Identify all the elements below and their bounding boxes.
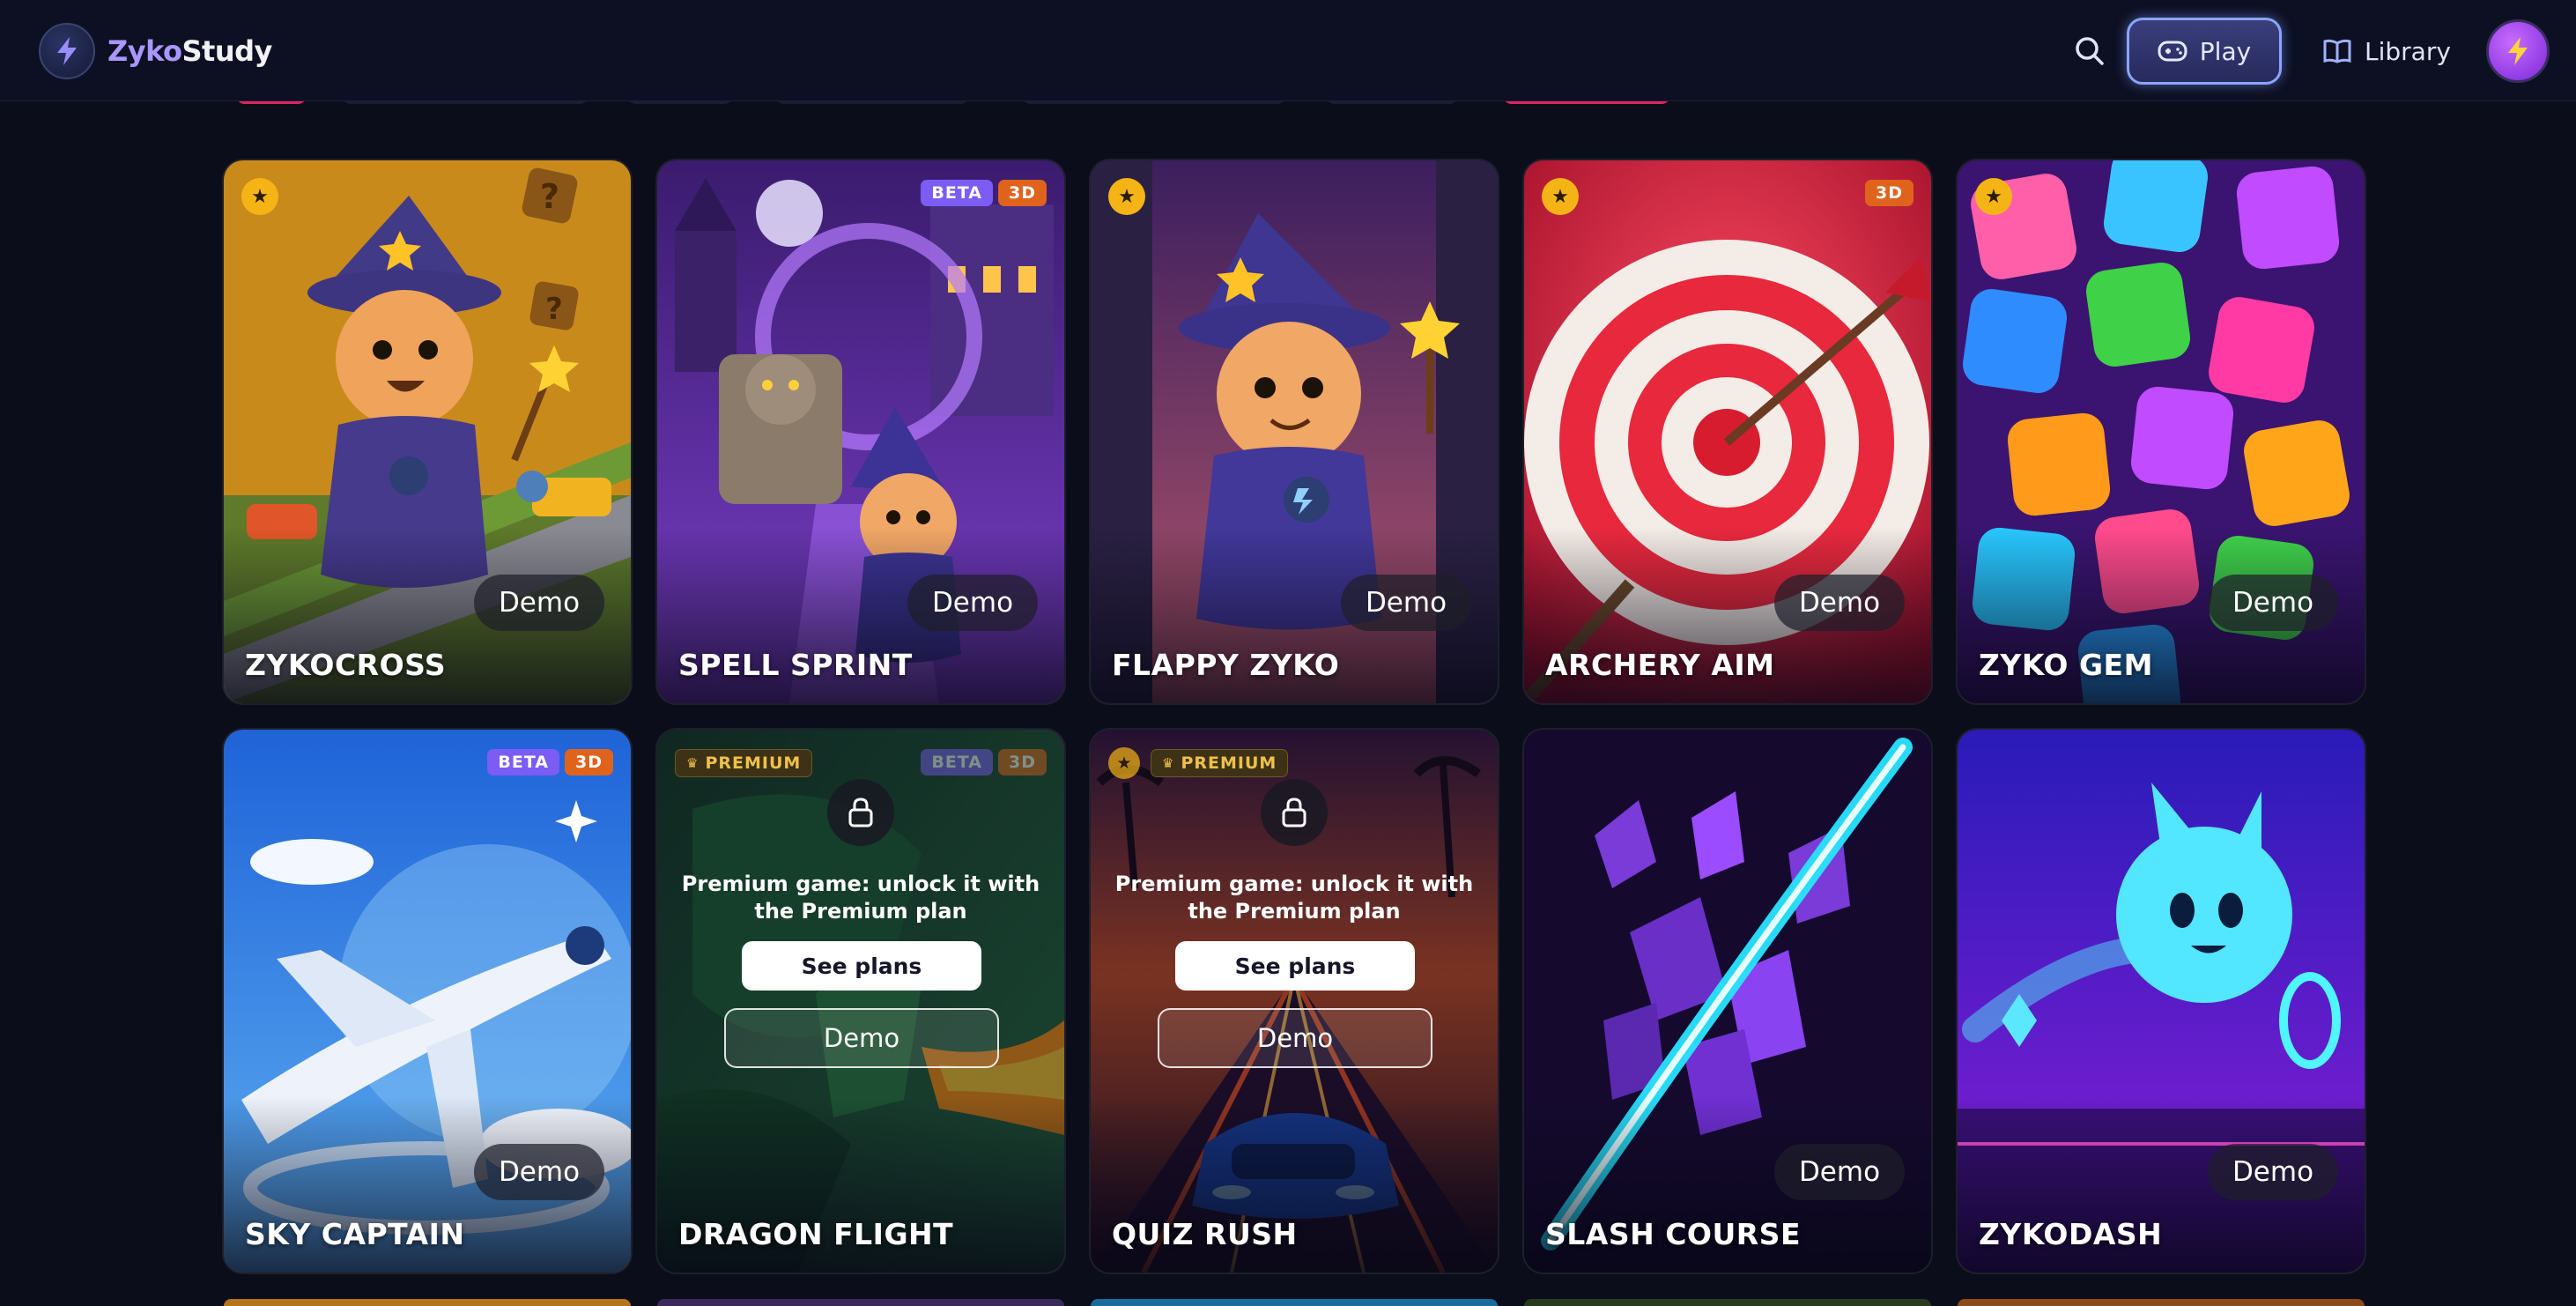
tag-group: BETA 3D	[921, 749, 1047, 775]
star-icon: ★	[1108, 747, 1140, 779]
premium-badge-wrap: ♛ PREMIUM	[675, 749, 813, 777]
beta-tag: BETA	[921, 749, 993, 775]
gamepad-icon	[2158, 41, 2187, 62]
bolt-icon	[2508, 37, 2528, 65]
game-title: ZYKOCROSS	[245, 648, 447, 682]
game-title: SLASH COURSE	[1545, 1217, 1801, 1251]
3d-tag: 3D	[1865, 180, 1913, 206]
game-title: SKY CAPTAIN	[245, 1217, 465, 1251]
play-label: Play	[2199, 36, 2252, 66]
see-plans-button[interactable]: See plans	[1175, 941, 1415, 991]
game-title: DRAGON FLIGHT	[678, 1217, 954, 1251]
game-card-slash-course[interactable]: Demo SLASH COURSE	[1524, 730, 1931, 1273]
game-card-dragon-flight[interactable]: ♛ PREMIUM BETA 3D Premium game: unlock it…	[657, 730, 1064, 1273]
tag-group: BETA 3D	[921, 180, 1047, 206]
demo-button[interactable]: Demo	[1774, 575, 1905, 631]
library-label: Library	[2365, 36, 2451, 66]
3d-tag: 3D	[565, 749, 613, 775]
demo-button[interactable]: Demo	[724, 1008, 999, 1068]
game-card-flappy-zyko[interactable]: ★ Demo FLAPPY ZYKO	[1091, 160, 1498, 703]
search-icon	[2076, 37, 2104, 65]
game-card-spell-sprint[interactable]: BETA 3D Demo SPELL SPRINT	[657, 160, 1064, 703]
next-row-peek	[1091, 1299, 1498, 1306]
crown-icon: ♛	[686, 755, 700, 771]
premium-lock-message: Premium game: unlock it with the Premium…	[1114, 872, 1474, 924]
demo-button[interactable]: Demo	[2208, 575, 2338, 631]
top-navigation-bar: ZykoStudy Play Library	[0, 0, 2576, 101]
game-card-zykocross[interactable]: ? ? ★ Demo ZYKOCROSS	[224, 160, 631, 703]
brand-logo[interactable]: ZykoStudy	[39, 23, 272, 79]
beta-tag: BETA	[487, 749, 559, 775]
next-row-peek	[1958, 1299, 2365, 1306]
demo-button[interactable]: Demo	[2208, 1144, 2338, 1200]
crown-icon: ♛	[1162, 755, 1175, 771]
premium-badge: ♛ PREMIUM	[675, 749, 813, 777]
3d-tag: 3D	[998, 180, 1047, 206]
game-card-zykodash[interactable]: Demo ZYKODASH	[1958, 730, 2365, 1273]
premium-lock-message: Premium game: unlock it with the Premium…	[681, 872, 1040, 924]
lock-icon	[1261, 779, 1328, 846]
next-row-peek	[1524, 1299, 1931, 1306]
game-title: ZYKODASH	[1979, 1217, 2163, 1251]
next-row-peek	[657, 1299, 1064, 1306]
play-button[interactable]: Play	[2127, 18, 2282, 85]
demo-button[interactable]: Demo	[1774, 1144, 1905, 1200]
tag-group: BETA 3D	[487, 749, 613, 775]
demo-button[interactable]: Demo	[474, 575, 604, 631]
bolt-icon	[39, 23, 95, 79]
demo-button[interactable]: Demo	[1158, 1008, 1432, 1068]
game-title: SPELL SPRINT	[678, 648, 913, 682]
star-icon: ★	[1975, 178, 2012, 215]
demo-button[interactable]: Demo	[1341, 575, 1471, 631]
game-card-archery-aim[interactable]: ★ 3D Demo ARCHERY AIM	[1524, 160, 1931, 703]
game-title: ZYKO GEM	[1979, 648, 2153, 682]
3d-tag: 3D	[998, 749, 1047, 775]
library-button[interactable]: Library	[2322, 32, 2451, 70]
star-icon: ★	[241, 178, 278, 215]
search-button[interactable]	[2070, 32, 2109, 70]
book-icon	[2323, 39, 2351, 63]
demo-button[interactable]: Demo	[907, 575, 1038, 631]
svg-text:?: ?	[540, 177, 559, 216]
svg-text:?: ?	[545, 292, 563, 327]
see-plans-button[interactable]: See plans	[742, 941, 981, 991]
brand-name: ZykoStudy	[107, 34, 272, 68]
games-grid: ? ? ★ Demo ZYKOCROSS BETA 3D Demo SPELL …	[224, 160, 2365, 1273]
premium-badge-wrap: ♛ PREMIUM	[1151, 749, 1289, 777]
game-title: FLAPPY ZYKO	[1112, 648, 1340, 682]
star-icon: ★	[1108, 178, 1145, 215]
beta-tag: BETA	[921, 180, 993, 206]
game-card-sky-captain[interactable]: BETA 3D Demo SKY CAPTAIN	[224, 730, 631, 1273]
star-icon: ★	[1542, 178, 1579, 215]
tag-group: 3D	[1865, 180, 1913, 206]
premium-badge: ♛ PREMIUM	[1151, 749, 1289, 777]
user-avatar[interactable]	[2486, 19, 2550, 83]
demo-button[interactable]: Demo	[474, 1144, 604, 1200]
game-card-zyko-gem[interactable]: ★ Demo ZYKO GEM	[1958, 160, 2365, 703]
lock-icon	[827, 779, 894, 846]
game-title: ARCHERY AIM	[1545, 648, 1775, 682]
game-card-quiz-rush[interactable]: ★ ♛ PREMIUM Premium game: unlock it with …	[1091, 730, 1498, 1273]
game-title: QUIZ RUSH	[1112, 1217, 1298, 1251]
next-row-peek	[224, 1299, 631, 1306]
